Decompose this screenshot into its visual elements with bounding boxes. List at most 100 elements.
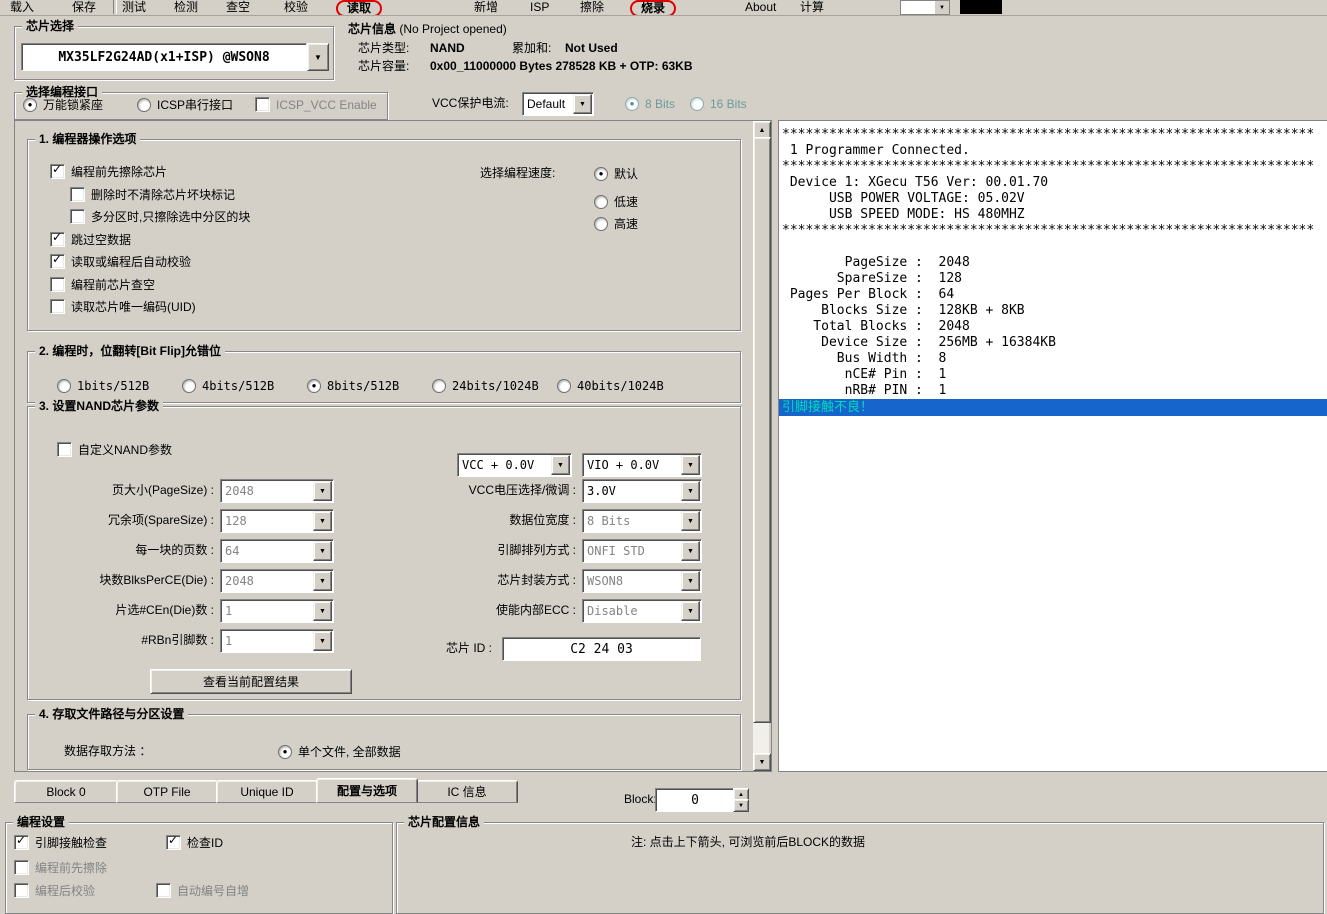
checkbox-custom-nand-params[interactable]: 自定义NAND参数 (57, 442, 172, 457)
check-mark: ✓ (52, 162, 62, 177)
chip-id-field[interactable]: C2 24 03 (502, 637, 701, 661)
radio-4bits-512b[interactable]: 4bits/512B (182, 378, 274, 393)
chip-type-value: NAND (430, 41, 465, 56)
radio-icon (594, 217, 608, 231)
vcc-offset-combobox[interactable]: VCC + 0.0V ▼ (457, 453, 572, 477)
radio-16-bits[interactable]: 16 Bits (690, 96, 747, 111)
chip-select-combobox[interactable]: MX35LF2G24AD(x1+ISP) @WSON8 (21, 43, 307, 71)
checkbox-icon: ✓ (14, 835, 29, 850)
radio-dot: ● (28, 101, 33, 109)
toolbar-button-erase[interactable]: 擦除 (580, 1, 604, 14)
radio-label: ICSP串行接口 (157, 96, 233, 113)
toolbar-dropdown[interactable]: ▼ (900, 0, 950, 15)
pin-layout-label: 引脚排列方式 : (308, 543, 576, 558)
view-config-button[interactable]: 查看当前配置结果 (150, 669, 352, 694)
radio-icon: ● (23, 98, 37, 112)
checkbox-serial-auto-increment[interactable]: 自动编号自增 (156, 883, 249, 898)
checkbox-check-id[interactable]: ✓ 检查ID (166, 835, 223, 850)
toolbar-button-read[interactable]: 读取 (336, 0, 382, 16)
panel-scrollbar[interactable]: ▲ ▼ (753, 121, 769, 769)
vcc-current-combobox[interactable]: Default ▼ (522, 92, 594, 116)
chevron-down-icon[interactable]: ▼ (681, 601, 700, 621)
checkbox-label: 多分区时,只擦除选中分区的块 (91, 208, 250, 225)
chevron-down-icon[interactable]: ▼ (573, 94, 592, 114)
vcc-voltage-combobox[interactable]: 3.0V ▼ (582, 479, 702, 503)
checkbox-label: 自定义NAND参数 (78, 441, 172, 458)
internal-ecc-combobox[interactable]: Disable ▼ (582, 599, 702, 623)
checkbox-pin-contact-check[interactable]: ✓ 引脚接触检查 (14, 835, 107, 850)
package-combobox[interactable]: WSON8 ▼ (582, 569, 702, 593)
scrollbar-thumb[interactable] (753, 137, 771, 723)
checkbox-icon (50, 299, 65, 314)
chevron-down-icon[interactable]: ▼ (681, 455, 700, 475)
toolbar-button-calculator[interactable]: 计算 (800, 1, 824, 14)
toolbar-button-about[interactable]: About (745, 1, 776, 14)
log-error-line: 引脚接触不良！ (779, 399, 1327, 416)
checkbox-auto-verify[interactable]: ✓ 读取或编程后自动校验 (50, 254, 191, 269)
toolbar-button-program[interactable]: 烧录 (630, 0, 676, 16)
radio-universal-socket[interactable]: ● 万能锁紧座 (23, 97, 103, 112)
toolbar-button-verify[interactable]: 校验 (284, 1, 308, 14)
checkbox-icon: ✓ (50, 164, 65, 179)
chevron-down-icon[interactable]: ▼ (681, 541, 700, 561)
radio-speed-low[interactable]: 低速 (594, 194, 638, 209)
vcc-voltage-label: VCC电压选择/微调 : (308, 483, 576, 498)
checkbox-erase-selected-partition-only[interactable]: 多分区时,只擦除选中分区的块 (70, 209, 250, 224)
toolbar-button-load[interactable]: 载入 (10, 1, 34, 14)
radio-single-file-all-data[interactable]: ● 单个文件, 全部数据 (278, 744, 401, 759)
blocks-per-ce-label: 块数BlksPerCE(Die) : (32, 573, 214, 588)
capacity-label: 芯片容量: (358, 59, 409, 74)
toolbar-button-blank-check[interactable]: 查空 (226, 1, 250, 14)
toolbar-button-save[interactable]: 保存 (72, 1, 96, 14)
chevron-down-icon[interactable]: ▼ (681, 571, 700, 591)
chip-info-title: 芯片信息 (No Project opened) (348, 22, 507, 37)
radio-8-bits[interactable]: ● 8 Bits (625, 96, 675, 111)
toolbar: 载入 保存 测试 检测 查空 校验 读取 新增 ISP 擦除 烧录 About … (0, 0, 1327, 16)
radio-icon: ● (307, 379, 321, 393)
radio-8bits-512b[interactable]: ● 8bits/512B (307, 378, 399, 393)
checkbox-erase-before-program[interactable]: ✓ 编程前先擦除芯片 (50, 164, 167, 179)
internal-ecc-label: 使能内部ECC : (308, 603, 576, 618)
radio-1bits-512b[interactable]: 1bits/512B (57, 378, 149, 393)
checkbox-icsp-vcc-enable[interactable]: ICSP_VCC Enable (255, 97, 377, 112)
scrollbar-down-button[interactable]: ▼ (753, 753, 771, 771)
radio-40bits-1024b[interactable]: 40bits/1024B (557, 378, 664, 393)
combo-value: 2048 (221, 480, 313, 502)
chip-info-subtitle: (No Project opened) (399, 22, 506, 36)
chip-config-title: 芯片配置信息 (404, 815, 484, 829)
checkbox-erase-first[interactable]: 编程前先擦除 (14, 860, 107, 875)
checkbox-label: 检查ID (187, 834, 223, 851)
checksum-value: Not Used (565, 41, 618, 56)
toolbar-button-isp[interactable]: ISP (530, 1, 549, 14)
radio-icsp-serial[interactable]: ICSP串行接口 (137, 97, 233, 112)
radio-speed-default[interactable]: ● 默认 (594, 166, 638, 181)
radio-24bits-1024b[interactable]: 24bits/1024B (432, 378, 539, 393)
radio-speed-high[interactable]: 高速 (594, 216, 638, 231)
radio-dot: ● (283, 748, 288, 756)
data-width-combobox[interactable]: 8 Bits ▼ (582, 509, 702, 533)
chevron-down-icon[interactable]: ▼ (551, 455, 570, 475)
tab-config-options[interactable]: 配置与选项 (316, 778, 418, 803)
pin-layout-combobox[interactable]: ONFI STD ▼ (582, 539, 702, 563)
chevron-down-icon[interactable]: ▼ (681, 511, 700, 531)
checkbox-blank-check-before-program[interactable]: 编程前芯片查空 (50, 277, 155, 292)
vio-offset-combobox[interactable]: VIO + 0.0V ▼ (582, 453, 702, 477)
chevron-down-icon[interactable]: ▼ (681, 481, 700, 501)
tab-ic-info[interactable]: IC 信息 (416, 780, 518, 803)
tab-otp-file[interactable]: OTP File (116, 780, 218, 803)
checkbox-keep-badblock-marks[interactable]: 删除时不清除芯片坏块标记 (70, 187, 235, 202)
toolbar-button-add[interactable]: 新增 (474, 1, 498, 14)
block-spinner[interactable]: ▲ ▼ (733, 788, 747, 810)
checkbox-icon: ✓ (166, 835, 181, 850)
interface-group: 选择编程接口 ● 万能锁紧座 ICSP串行接口 ICSP_VCC Enable (14, 92, 388, 120)
toolbar-button-test[interactable]: 测试 (122, 1, 146, 14)
checkbox-verify-after-program[interactable]: 编程后校验 (14, 883, 95, 898)
block-input[interactable]: 0 (655, 788, 735, 812)
spinner-down-button[interactable]: ▼ (733, 799, 749, 812)
tab-unique-id[interactable]: Unique ID (216, 780, 318, 803)
checkbox-read-uid[interactable]: 读取芯片唯一编码(UID) (50, 299, 196, 314)
chip-select-dropdown-button[interactable]: ▼ (307, 43, 329, 71)
toolbar-button-detect[interactable]: 检测 (174, 1, 198, 14)
checkbox-skip-blank-data[interactable]: ✓ 跳过空数据 (50, 232, 131, 247)
tab-block0[interactable]: Block 0 (14, 780, 118, 803)
